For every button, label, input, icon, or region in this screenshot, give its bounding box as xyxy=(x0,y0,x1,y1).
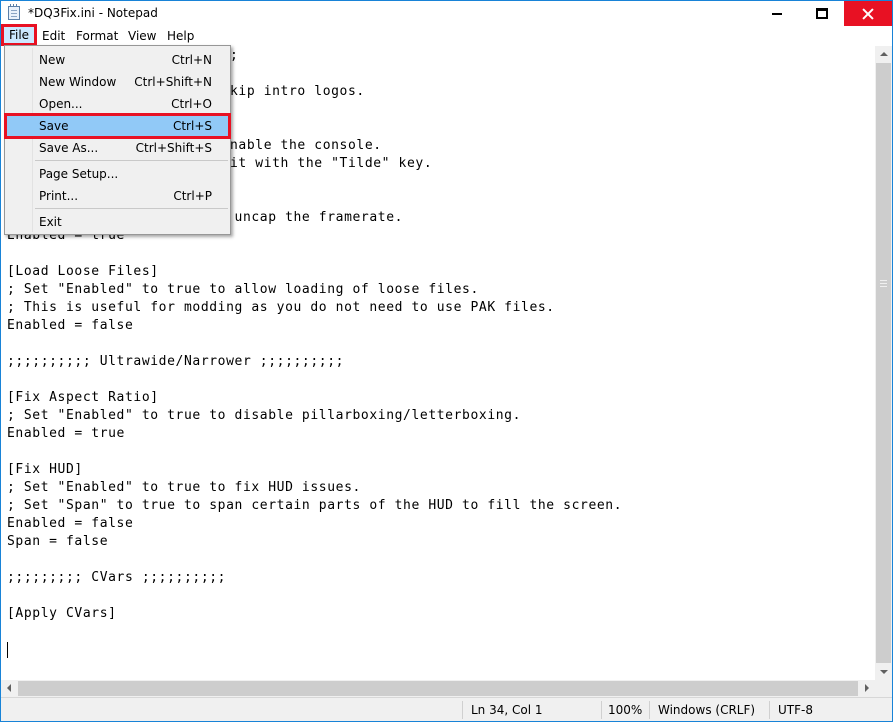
notepad-icon xyxy=(8,4,20,20)
grip-line xyxy=(880,283,887,284)
menu-item-page-setup[interactable]: Page Setup... xyxy=(7,164,228,184)
cursor-position: Ln 34, Col 1 xyxy=(471,703,543,717)
menu-item-shortcut: Ctrl+S xyxy=(172,119,212,133)
text-line: ;;;;;;;;;; Ultrawide/Narrower ;;;;;;;;;; xyxy=(7,354,345,369)
grip-line xyxy=(880,280,887,281)
zoom-level: 100% xyxy=(608,703,643,717)
line-ending: Windows (CRLF) xyxy=(658,703,756,717)
menu-bar: File Edit Format View Help xyxy=(1,26,892,46)
minimize-icon xyxy=(771,12,782,15)
scroll-right-icon[interactable] xyxy=(865,684,869,692)
text-line: ; Set "Enabled" to true to disable pilla… xyxy=(7,408,522,423)
status-bar: Ln 34, Col 1 100% Windows (CRLF) UTF-8 xyxy=(1,697,892,721)
close-button[interactable] xyxy=(844,1,892,26)
grip-line xyxy=(880,286,887,287)
menu-item-new[interactable]: New Ctrl+N xyxy=(7,50,228,70)
text-line: [Fix HUD] xyxy=(7,462,83,477)
menu-item-label: Page Setup... xyxy=(39,167,119,181)
menu-item-open[interactable]: Open... Ctrl+O xyxy=(7,94,228,114)
menu-item-label: New xyxy=(39,53,66,67)
maximize-icon xyxy=(815,8,828,19)
text-line: it with the "Tilde" key. xyxy=(230,156,433,171)
horizontal-scrollbar[interactable] xyxy=(1,680,875,697)
minimize-button[interactable] xyxy=(754,1,799,26)
menu-file[interactable]: File xyxy=(4,27,34,43)
menu-item-shortcut: Ctrl+P xyxy=(173,189,212,203)
status-divider xyxy=(649,701,650,719)
notepad-window: *DQ3Fix.ini - Notepad File Edit Format V… xyxy=(0,0,893,722)
menu-item-shortcut: Ctrl+N xyxy=(171,53,212,67)
scroll-left-icon[interactable] xyxy=(7,684,11,692)
scrollbar-corner xyxy=(875,680,892,697)
status-divider xyxy=(601,701,602,719)
maximize-button[interactable] xyxy=(799,1,844,26)
vertical-scrollbar[interactable] xyxy=(875,46,892,680)
menu-item-label: Open... xyxy=(39,97,83,111)
text-line: ;;;;;;;;; CVars ;;;;;;;;;; xyxy=(7,570,227,585)
menu-item-label: Save xyxy=(39,119,69,133)
status-divider xyxy=(769,701,770,719)
text-line: [Apply CVars] xyxy=(7,606,117,621)
menu-item-label: Save As... xyxy=(39,141,99,155)
text-line: ; Set "Enabled" to true to fix HUD issue… xyxy=(7,480,361,495)
menu-separator xyxy=(35,208,228,209)
scroll-down-icon[interactable] xyxy=(880,670,888,674)
text-line: kip intro logos. xyxy=(230,84,365,99)
menu-item-shortcut: Ctrl+Shift+S xyxy=(135,141,212,155)
menu-item-label: Exit xyxy=(39,215,62,229)
text-line: ; xyxy=(230,48,239,63)
menu-item-save-as[interactable]: Save As... Ctrl+Shift+S xyxy=(7,138,228,158)
menu-help[interactable]: Help xyxy=(167,28,194,44)
menu-item-new-window[interactable]: New Window Ctrl+Shift+N xyxy=(7,72,228,92)
vertical-scroll-thumb[interactable] xyxy=(876,63,891,663)
text-line: ; This is useful for modding as you do n… xyxy=(7,300,555,315)
menu-item-label: New Window xyxy=(39,75,117,89)
menu-item-shortcut: Ctrl+O xyxy=(171,97,212,111)
window-title: *DQ3Fix.ini - Notepad xyxy=(28,6,158,20)
encoding: UTF-8 xyxy=(778,703,813,717)
title-bar[interactable]: *DQ3Fix.ini - Notepad xyxy=(1,1,892,26)
file-menu-dropdown: New Ctrl+N New Window Ctrl+Shift+N Open.… xyxy=(4,45,231,235)
text-line: ; Set "Span" to true to span certain par… xyxy=(7,498,623,513)
text-line: Enabled = false xyxy=(7,318,134,333)
text-caret xyxy=(7,642,8,658)
menu-view[interactable]: View xyxy=(128,28,156,44)
menu-item-exit[interactable]: Exit xyxy=(7,212,228,232)
text-line: Enabled = true xyxy=(7,426,125,441)
text-line: Span = false xyxy=(7,534,109,549)
text-line: Enabled = false xyxy=(7,516,134,531)
menu-item-save[interactable]: Save Ctrl+S xyxy=(7,116,228,136)
menu-separator xyxy=(35,160,228,161)
menu-format[interactable]: Format xyxy=(76,28,118,44)
menu-edit[interactable]: Edit xyxy=(42,28,65,44)
text-line: ; Set "Enabled" to true to allow loading… xyxy=(7,282,479,297)
scroll-up-icon[interactable] xyxy=(880,52,888,56)
horizontal-scroll-thumb[interactable] xyxy=(18,681,858,696)
text-line: nable the console. xyxy=(230,138,382,153)
text-line: [Fix Aspect Ratio] xyxy=(7,390,159,405)
menu-item-print[interactable]: Print... Ctrl+P xyxy=(7,186,228,206)
close-icon xyxy=(862,8,874,20)
status-divider xyxy=(462,701,463,719)
menu-item-label: Print... xyxy=(39,189,79,203)
menu-item-shortcut: Ctrl+Shift+N xyxy=(134,75,212,89)
text-line: [Load Loose Files] xyxy=(7,264,159,279)
